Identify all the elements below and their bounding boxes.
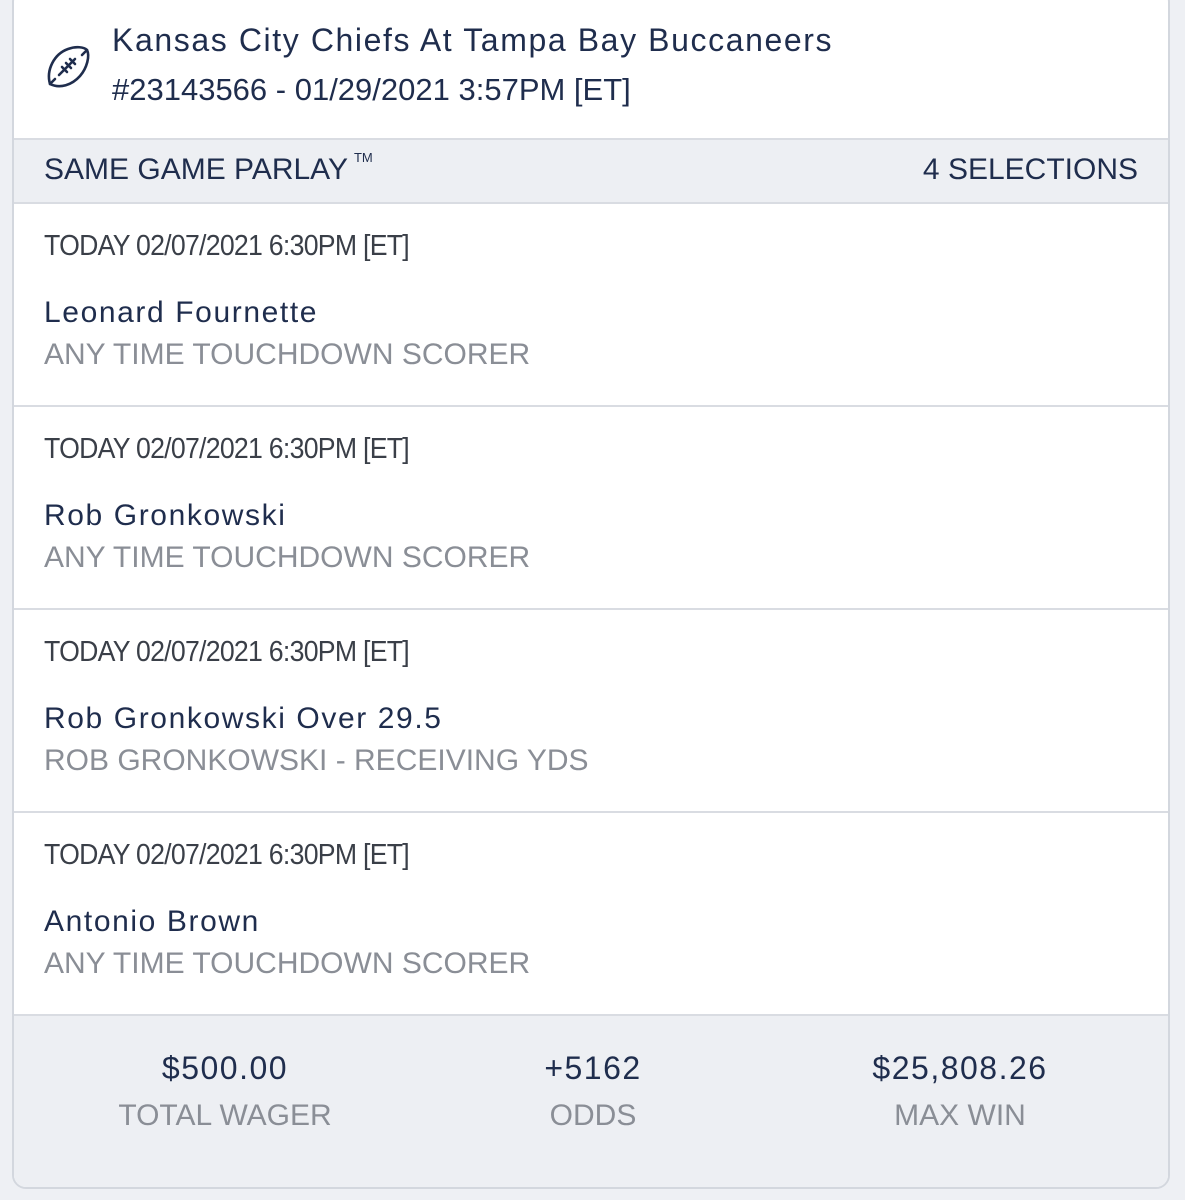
selection-item[interactable]: TODAY 02/07/2021 6:30PM [ET] Rob Gronkow… [14, 407, 1168, 610]
selection-market: ANY TIME TOUCHDOWN SCORER [44, 947, 531, 980]
bet-card: Kansas City Chiefs At Tampa Bay Buccanee… [12, 0, 1170, 1189]
trademark-mark: TM [353, 150, 373, 165]
bet-summary: $500.00 TOTAL WAGER +5162 ODDS $25,808.2… [14, 1016, 1168, 1187]
selection-item[interactable]: TODAY 02/07/2021 6:30PM [ET] Leonard Fou… [14, 204, 1168, 407]
total-wager-value: $500.00 [161, 1050, 289, 1086]
parlay-label-text: SAME GAME PARLAY [44, 153, 348, 186]
selection-item[interactable]: TODAY 02/07/2021 6:30PM [ET] Antonio Bro… [14, 813, 1168, 1016]
total-wager: $500.00 TOTAL WAGER [65, 1050, 385, 1133]
parlay-label: SAME GAME PARLAY TM [44, 150, 373, 187]
game-title: Kansas City Chiefs At Tampa Bay Buccanee… [112, 22, 834, 58]
bet-id-and-date: #23143566 - 01/29/2021 3:57PM [ET] [112, 72, 631, 107]
odds: +5162 ODDS [433, 1050, 753, 1133]
selection-name: Rob Gronkowski [44, 499, 287, 532]
selection-name: Leonard Fournette [44, 296, 319, 329]
max-win-value: $25,808.26 [872, 1050, 1048, 1086]
max-win: $25,808.26 MAX WIN [800, 1050, 1120, 1133]
selection-date: TODAY 02/07/2021 6:30PM [ET] [44, 433, 410, 465]
selection-market: ANY TIME TOUCHDOWN SCORER [44, 541, 531, 574]
odds-label: ODDS [549, 1099, 637, 1132]
parlay-bar: SAME GAME PARLAY TM 4 SELECTIONS [14, 138, 1168, 204]
odds-value: +5162 [544, 1050, 642, 1086]
football-icon [47, 45, 90, 88]
selection-market: ROB GRONKOWSKI - RECEIVING YDS [44, 744, 589, 777]
selection-date: TODAY 02/07/2021 6:30PM [ET] [44, 230, 410, 262]
selection-item[interactable]: TODAY 02/07/2021 6:30PM [ET] Rob Gronkow… [14, 610, 1168, 813]
max-win-label: MAX WIN [894, 1099, 1026, 1132]
selection-name: Rob Gronkowski Over 29.5 [44, 702, 443, 735]
selection-name: Antonio Brown [44, 905, 260, 938]
selection-count: 4 SELECTIONS [922, 153, 1138, 186]
selection-market: ANY TIME TOUCHDOWN SCORER [44, 338, 531, 371]
selection-date: TODAY 02/07/2021 6:30PM [ET] [44, 636, 410, 668]
total-wager-label: TOTAL WAGER [118, 1099, 332, 1132]
selection-date: TODAY 02/07/2021 6:30PM [ET] [44, 839, 410, 871]
bet-header[interactable]: Kansas City Chiefs At Tampa Bay Buccanee… [14, 2, 1168, 138]
